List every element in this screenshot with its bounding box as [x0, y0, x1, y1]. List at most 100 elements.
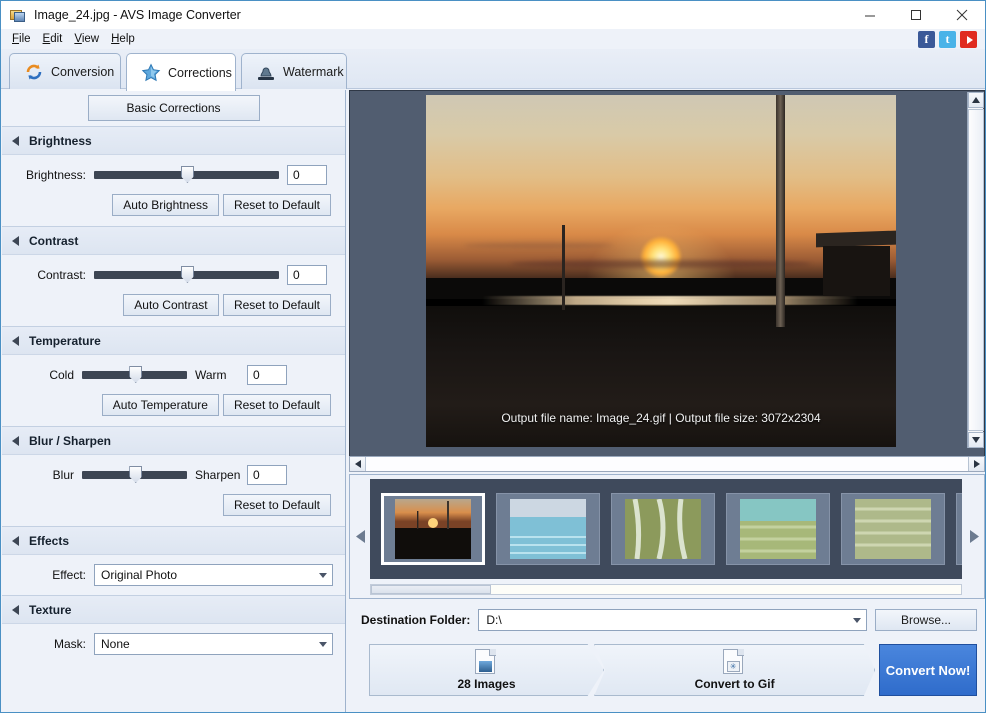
reset-temperature-button[interactable]: Reset to Default — [223, 394, 331, 416]
thumbnail-filmstrip — [349, 474, 985, 599]
mask-select[interactable]: None — [94, 633, 333, 655]
destination-folder-input[interactable]: D:\ — [478, 609, 867, 631]
twitter-icon[interactable]: t — [939, 31, 956, 48]
slider-thumb[interactable] — [181, 266, 194, 283]
collapse-triangle-icon[interactable] — [12, 236, 19, 246]
auto-contrast-button[interactable]: Auto Contrast — [123, 294, 219, 316]
section-contrast: Contrast Contrast: 0 Auto Contrast Reset… — [2, 226, 345, 326]
effect-select[interactable]: Original Photo — [94, 564, 333, 586]
scroll-down-arrow-icon[interactable] — [968, 432, 984, 448]
contrast-value[interactable]: 0 — [287, 265, 327, 285]
app-icon — [10, 7, 26, 23]
section-header-blur-sharpen[interactable]: Blur / Sharpen — [2, 427, 345, 455]
scrollbar-track[interactable] — [366, 457, 968, 471]
convert-to-label: Convert to Gif — [695, 677, 775, 691]
scroll-left-arrow-icon[interactable] — [350, 457, 366, 471]
tab-watermark[interactable]: Watermark — [241, 53, 347, 89]
menu-view[interactable]: View — [68, 30, 105, 48]
reset-brightness-button[interactable]: Reset to Default — [223, 194, 331, 216]
slider-thumb[interactable] — [181, 166, 194, 183]
temperature-value[interactable]: 0 — [247, 365, 287, 385]
section-header-brightness[interactable]: Brightness — [2, 127, 345, 155]
tab-conversion-label: Conversion — [51, 65, 114, 79]
scroll-up-arrow-icon[interactable] — [968, 92, 984, 108]
temperature-slider[interactable] — [82, 367, 187, 383]
minimize-button[interactable] — [847, 1, 893, 29]
thumb-water-3[interactable] — [726, 493, 830, 565]
effect-row: Effect: Original Photo — [14, 564, 333, 586]
section-body: Mask: None — [2, 624, 345, 664]
brightness-value[interactable]: 0 — [287, 165, 327, 185]
thumb-sunset[interactable] — [381, 493, 485, 565]
thumb-water-4[interactable] — [841, 493, 945, 565]
filmstrip-prev-button[interactable] — [350, 475, 370, 598]
effect-value: Original Photo — [101, 568, 177, 582]
section-header-texture[interactable]: Texture — [2, 596, 345, 624]
scrollbar-thumb — [371, 585, 491, 594]
section-body: Contrast: 0 Auto Contrast Reset to Defau… — [2, 255, 345, 326]
collapse-triangle-icon[interactable] — [12, 336, 19, 346]
collapse-triangle-icon[interactable] — [12, 605, 19, 615]
chevron-down-icon[interactable] — [853, 618, 861, 623]
menu-help[interactable]: Help — [105, 30, 141, 48]
chevron-down-icon — [319, 642, 327, 647]
mask-label: Mask: — [14, 637, 86, 651]
slider-thumb[interactable] — [129, 466, 142, 483]
blur-sharpen-slider[interactable] — [82, 467, 187, 483]
auto-brightness-button[interactable]: Auto Brightness — [112, 194, 219, 216]
thumb-water-2[interactable] — [611, 493, 715, 565]
maximize-button[interactable] — [893, 1, 939, 29]
window-title: Image_24.jpg - AVS Image Converter — [34, 8, 241, 22]
reset-blur-button[interactable]: Reset to Default — [223, 494, 331, 516]
facebook-icon[interactable]: f — [918, 31, 935, 48]
youtube-icon[interactable] — [960, 31, 977, 48]
section-header-contrast[interactable]: Contrast — [2, 227, 345, 255]
section-header-effects[interactable]: Effects — [2, 527, 345, 555]
blur-buttons: Reset to Default — [14, 494, 333, 516]
menu-edit[interactable]: Edit — [37, 30, 69, 48]
slider-thumb[interactable] — [129, 366, 142, 383]
convert-format-step[interactable]: ✳ Convert to Gif — [594, 644, 875, 696]
contrast-slider-row: Contrast: 0 — [14, 265, 333, 285]
convert-now-button[interactable]: Convert Now! — [879, 644, 977, 696]
collapse-triangle-icon[interactable] — [12, 436, 19, 446]
tab-corrections[interactable]: Corrections — [126, 53, 236, 91]
preview-vertical-scrollbar[interactable] — [967, 92, 983, 448]
brightness-slider[interactable] — [94, 167, 279, 183]
preview-horizontal-scrollbar[interactable] — [349, 456, 985, 472]
star-icon — [141, 63, 161, 83]
images-count-step[interactable]: 28 Images — [369, 644, 604, 696]
menu-file[interactable]: File — [6, 30, 37, 48]
tab-conversion[interactable]: Conversion — [9, 53, 121, 89]
thumb-water-1[interactable] — [496, 493, 600, 565]
blur-sharpen-value[interactable]: 0 — [247, 465, 287, 485]
sharpen-right-label: Sharpen — [195, 468, 239, 482]
scroll-right-arrow-icon[interactable] — [968, 457, 984, 471]
collapse-triangle-icon[interactable] — [12, 136, 19, 146]
preview-image: Output file name: Image_24.gif | Output … — [426, 95, 896, 447]
section-title: Contrast — [29, 234, 78, 248]
filmstrip-next-button[interactable] — [964, 475, 984, 598]
contrast-slider[interactable] — [94, 267, 279, 283]
filmstrip-track — [370, 479, 962, 579]
section-effects: Effects Effect: Original Photo — [2, 526, 345, 595]
close-button[interactable] — [939, 1, 985, 29]
section-title: Temperature — [29, 334, 101, 348]
scrollbar-thumb[interactable] — [968, 109, 984, 431]
browse-button[interactable]: Browse... — [875, 609, 977, 631]
filmstrip-scrollbar[interactable] — [370, 584, 962, 595]
app-window: Image_24.jpg - AVS Image Converter File … — [0, 0, 986, 713]
auto-temperature-button[interactable]: Auto Temperature — [102, 394, 219, 416]
refresh-arrows-icon — [24, 62, 44, 82]
section-body: Blur Sharpen 0 Reset to Default — [2, 455, 345, 526]
temperature-slider-row: Cold Warm 0 — [14, 365, 333, 385]
section-header-temperature[interactable]: Temperature — [2, 327, 345, 355]
corrections-panel: Basic Corrections Brightness Brightness:… — [2, 90, 346, 713]
blur-left-label: Blur — [14, 468, 74, 482]
thumb-water-5[interactable] — [956, 493, 962, 565]
reset-contrast-button[interactable]: Reset to Default — [223, 294, 331, 316]
basic-corrections-button[interactable]: Basic Corrections — [88, 95, 260, 121]
temperature-buttons: Auto Temperature Reset to Default — [14, 394, 333, 416]
image-preview-area[interactable]: Output file name: Image_24.gif | Output … — [349, 90, 985, 470]
collapse-triangle-icon[interactable] — [12, 536, 19, 546]
